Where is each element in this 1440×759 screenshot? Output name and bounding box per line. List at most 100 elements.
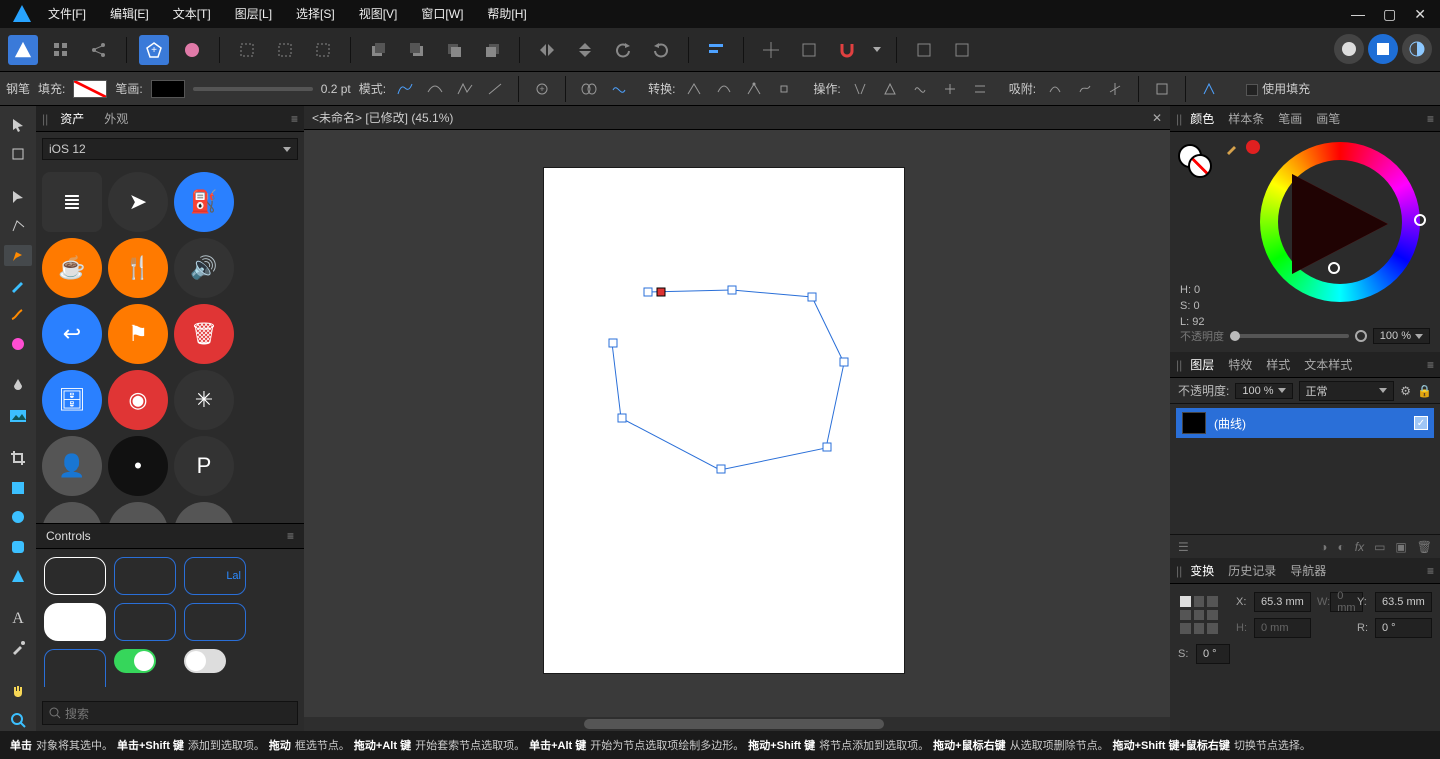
- asset-dot[interactable]: •: [108, 436, 168, 496]
- tab-layers[interactable]: 图层: [1184, 354, 1220, 375]
- tool-artboard[interactable]: [4, 143, 32, 164]
- asset-sound[interactable]: 🔊: [174, 238, 234, 298]
- tool-color-picker[interactable]: [4, 637, 32, 658]
- horizontal-scrollbar[interactable]: [304, 717, 1170, 731]
- anchor-selector[interactable]: [1178, 594, 1220, 636]
- window-minimize[interactable]: —: [1351, 6, 1365, 23]
- toolbar-rotcw-icon[interactable]: [646, 35, 676, 65]
- bg-swatch-icon[interactable]: [1188, 154, 1212, 178]
- menu-file[interactable]: 文件[F]: [36, 0, 98, 28]
- layer-item[interactable]: (曲线) ✓: [1176, 408, 1434, 438]
- eyedropper-icon[interactable]: [1224, 140, 1240, 156]
- toolbar-subtract-icon[interactable]: [177, 35, 207, 65]
- layer-fx-icon[interactable]: fx: [1355, 540, 1364, 554]
- tab-appearance[interactable]: 外观: [96, 108, 136, 129]
- toolbar-share-icon[interactable]: [84, 35, 114, 65]
- control-item[interactable]: Lal: [184, 557, 246, 595]
- action-smooth-icon[interactable]: [909, 78, 931, 100]
- control-item[interactable]: [184, 603, 246, 641]
- menu-help[interactable]: 帮助[H]: [475, 0, 538, 28]
- fg-bg-swap[interactable]: [1178, 144, 1218, 184]
- asset-avatar[interactable]: 👤: [42, 436, 102, 496]
- asset-fuel[interactable]: ⛽: [174, 172, 234, 232]
- action-close-icon[interactable]: [879, 78, 901, 100]
- asset-applepay[interactable]: P: [174, 436, 234, 496]
- tool-rounded-rect[interactable]: [4, 536, 32, 557]
- toolbar-snap1-icon[interactable]: [756, 35, 786, 65]
- asset-category-dropdown[interactable]: iOS 12: [42, 138, 298, 160]
- toolbar-misc2-icon[interactable]: [947, 35, 977, 65]
- blend-mode-dropdown[interactable]: 正常: [1299, 381, 1395, 401]
- use-fill-checkbox[interactable]: [1246, 84, 1258, 96]
- window-close[interactable]: ✕: [1414, 6, 1426, 23]
- asset-device-badge[interactable]: ▢: [174, 502, 234, 523]
- control-item[interactable]: [114, 649, 156, 673]
- control-item[interactable]: [114, 603, 176, 641]
- layer-mask-icon[interactable]: ◑: [1320, 540, 1327, 554]
- mode-poly-icon[interactable]: [454, 78, 476, 100]
- tab-navigator[interactable]: 导航器: [1284, 560, 1332, 581]
- asset-spinner[interactable]: ✳: [174, 370, 234, 430]
- color-panel-menu-icon[interactable]: ≡: [1427, 112, 1434, 126]
- mode-smart-icon[interactable]: [424, 78, 446, 100]
- toolbar-magnet-icon[interactable]: [832, 35, 862, 65]
- toolbar-snap2-icon[interactable]: [794, 35, 824, 65]
- tool-artistic-text[interactable]: A: [4, 608, 32, 629]
- transform-r[interactable]: 0 °: [1375, 618, 1432, 638]
- transform-y[interactable]: 63.5 mm: [1375, 592, 1432, 612]
- tab-text-styles[interactable]: 文本样式: [1298, 354, 1358, 375]
- convert-cusp-icon[interactable]: [773, 78, 795, 100]
- layers-stack-icon[interactable]: ☰: [1178, 540, 1189, 554]
- stroke-swatch[interactable]: [151, 80, 185, 98]
- toolbar-select2-icon[interactable]: [270, 35, 300, 65]
- tab-transform[interactable]: 变换: [1184, 560, 1220, 581]
- persona-pixel[interactable]: [1368, 34, 1398, 64]
- action-break-icon[interactable]: [849, 78, 871, 100]
- menu-select[interactable]: 选择[S]: [284, 0, 347, 28]
- opacity-slider[interactable]: [1230, 334, 1349, 338]
- tab-brushes[interactable]: 画笔: [1310, 108, 1346, 129]
- window-maximize[interactable]: ▢: [1383, 6, 1396, 23]
- convert-smart-icon[interactable]: [743, 78, 765, 100]
- tool-move[interactable]: [4, 114, 32, 135]
- asset-fork[interactable]: 🍴: [108, 238, 168, 298]
- control-item[interactable]: [114, 557, 176, 595]
- tool-pen[interactable]: [4, 245, 32, 266]
- tool-zoom[interactable]: [4, 709, 32, 730]
- sampled-color-icon[interactable]: [1246, 140, 1260, 154]
- persona-designer[interactable]: [1334, 34, 1364, 64]
- control-item[interactable]: [44, 603, 106, 641]
- control-item[interactable]: [44, 649, 106, 687]
- control-item[interactable]: [44, 557, 106, 595]
- mode-rubber-icon[interactable]: [608, 78, 630, 100]
- layers-panel-menu-icon[interactable]: ≡: [1427, 358, 1434, 372]
- action-reverse-icon[interactable]: [969, 78, 991, 100]
- asset-nav[interactable]: ➤: [108, 172, 168, 232]
- snap-2-icon[interactable]: [1074, 78, 1096, 100]
- asset-search[interactable]: 搜索: [42, 701, 298, 725]
- toolbar-addshape-icon[interactable]: +: [139, 35, 169, 65]
- persona-export[interactable]: [1402, 34, 1432, 64]
- tool-fill[interactable]: [4, 333, 32, 354]
- panel-menu-icon[interactable]: ≡: [291, 112, 298, 126]
- layer-folder-icon[interactable]: ▣: [1395, 540, 1406, 554]
- fill-swatch[interactable]: [73, 80, 107, 98]
- tool-view-pan[interactable]: [4, 680, 32, 701]
- toolbar-grid-icon[interactable]: [46, 35, 76, 65]
- tab-color[interactable]: 颜色: [1184, 108, 1220, 129]
- toolbar-select3-icon[interactable]: [308, 35, 338, 65]
- transform-s[interactable]: 0 °: [1196, 644, 1230, 664]
- tool-rectangle[interactable]: [4, 477, 32, 498]
- opacity-value[interactable]: 100 %: [1373, 328, 1430, 344]
- asset-trash[interactable]: 🗑: [174, 304, 234, 364]
- mode-line-icon[interactable]: [484, 78, 506, 100]
- toolbar-magnet-dd[interactable]: [870, 35, 884, 65]
- menu-view[interactable]: 视图[V]: [347, 0, 410, 28]
- toolbar-flipv-icon[interactable]: [570, 35, 600, 65]
- action-join-icon[interactable]: [939, 78, 961, 100]
- tool-place-image[interactable]: [4, 405, 32, 426]
- toolbar-fliph-icon[interactable]: [532, 35, 562, 65]
- transform-panel-menu-icon[interactable]: ≡: [1427, 564, 1434, 578]
- document-tab[interactable]: <未命名> [已修改] (45.1%): [312, 109, 453, 126]
- tab-styles[interactable]: 样式: [1260, 354, 1296, 375]
